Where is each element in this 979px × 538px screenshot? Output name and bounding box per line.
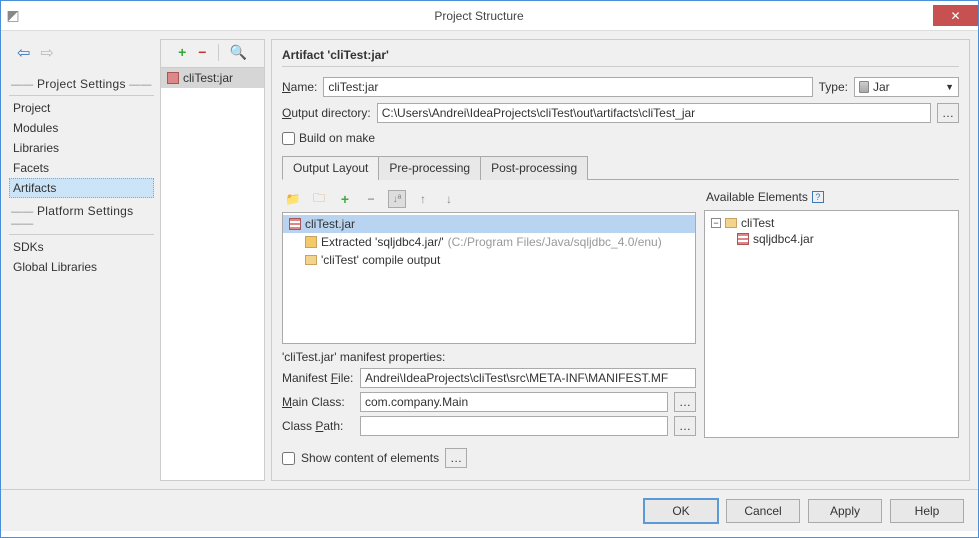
collapse-icon[interactable]: −: [711, 218, 721, 228]
manifest-file-input[interactable]: [360, 368, 696, 388]
name-input[interactable]: [323, 77, 812, 97]
module-folder-icon: [725, 218, 737, 228]
dialog-footer: OK Cancel Apply Help: [1, 489, 978, 531]
nav-facets[interactable]: Facets: [9, 158, 154, 178]
tree-extracted[interactable]: Extracted 'sqljdbc4.jar/' (C:/Program Fi…: [283, 233, 695, 251]
move-up-icon: ↑: [414, 190, 432, 208]
nav-sdks[interactable]: SDKs: [9, 237, 154, 257]
close-button[interactable]: ✕: [933, 5, 978, 26]
main-class-label: Main Class:: [282, 395, 354, 409]
jar-file-icon: [289, 218, 301, 230]
tab-pre-processing[interactable]: Pre-processing: [378, 156, 481, 180]
sort-icon[interactable]: ↓ª: [388, 190, 406, 208]
nav-libraries[interactable]: Libraries: [9, 138, 154, 158]
cancel-button[interactable]: Cancel: [726, 499, 800, 523]
avail-lib-label: sqljdbc4.jar: [753, 232, 814, 246]
build-on-make-label: Build on make: [299, 131, 375, 145]
available-elements-tree[interactable]: − cliTest sqljdbc4.jar: [704, 210, 959, 438]
type-label: Type:: [819, 80, 848, 94]
show-content-checkbox[interactable]: [282, 452, 295, 465]
remove-artifact-icon[interactable]: −: [198, 44, 206, 61]
nav-project[interactable]: Project: [9, 98, 154, 118]
avail-root[interactable]: − cliTest: [709, 215, 954, 231]
nav-artifacts[interactable]: Artifacts: [9, 178, 154, 198]
tree-root-label: cliTest.jar: [305, 217, 355, 231]
tabs: Output Layout Pre-processing Post-proces…: [282, 155, 959, 180]
left-sidebar: ⇦ ⇨ —— Project Settings —— Project Modul…: [9, 39, 154, 481]
tree-root[interactable]: cliTest.jar: [283, 215, 695, 233]
show-content-options-button[interactable]: …: [445, 448, 467, 468]
avail-lib[interactable]: sqljdbc4.jar: [709, 231, 954, 247]
lib-jar-icon: [737, 233, 749, 245]
main-class-input[interactable]: [360, 392, 668, 412]
browse-class-path-button[interactable]: …: [674, 416, 696, 436]
nav-modules[interactable]: Modules: [9, 118, 154, 138]
new-archive-icon[interactable]: 🗀: [310, 190, 328, 208]
project-settings-header: —— Project Settings ——: [9, 73, 154, 96]
manifest-header: 'cliTest.jar' manifest properties:: [282, 344, 696, 366]
show-content-label: Show content of elements: [301, 451, 439, 465]
tree-compile-label: 'cliTest' compile output: [321, 253, 440, 267]
tree-extracted-path: (C:/Program Files/Java/sqljdbc_4.0/enu): [448, 235, 662, 249]
forward-arrow-icon: ⇨: [40, 43, 53, 63]
help-icon[interactable]: ?: [812, 191, 824, 203]
manifest-file-label: Manifest File:: [282, 371, 354, 385]
available-elements-header: Available Elements: [706, 190, 808, 204]
help-button[interactable]: Help: [890, 499, 964, 523]
back-arrow-icon[interactable]: ⇦: [17, 43, 30, 63]
tree-compile-output[interactable]: 'cliTest' compile output: [283, 251, 695, 269]
app-icon: ◩: [1, 7, 25, 24]
apply-button[interactable]: Apply: [808, 499, 882, 523]
tab-post-processing[interactable]: Post-processing: [480, 156, 588, 180]
move-down-icon: ↓: [440, 190, 458, 208]
remove-item-icon[interactable]: −: [362, 190, 380, 208]
window-title: Project Structure: [25, 9, 933, 23]
name-label: Name:: [282, 80, 317, 94]
folder-icon: [305, 255, 317, 265]
new-folder-icon[interactable]: 📁: [284, 190, 302, 208]
artifact-header: Artifact 'cliTest:jar': [282, 48, 959, 67]
search-icon[interactable]: 🔍: [218, 44, 246, 61]
type-combo[interactable]: Jar ▼: [854, 77, 959, 97]
browse-main-class-button[interactable]: …: [674, 392, 696, 412]
tree-extracted-label: Extracted 'sqljdbc4.jar/': [321, 235, 444, 249]
jar-icon: [167, 72, 179, 84]
titlebar: ◩ Project Structure ✕: [1, 1, 978, 31]
add-artifact-icon[interactable]: +: [178, 44, 186, 61]
build-on-make-checkbox[interactable]: [282, 132, 295, 145]
chevron-down-icon: ▼: [945, 82, 954, 92]
ok-button[interactable]: OK: [644, 499, 718, 523]
platform-settings-header: —— Platform Settings ——: [9, 200, 154, 235]
browse-output-button[interactable]: …: [937, 103, 959, 123]
output-dir-label: Output directory:: [282, 106, 371, 120]
artifact-detail-panel: Artifact 'cliTest:jar' Name: Type: Jar ▼…: [271, 39, 970, 481]
artifact-list-panel: + − 🔍 cliTest:jar: [160, 39, 265, 481]
output-tree[interactable]: cliTest.jar Extracted 'sqljdbc4.jar/' (C…: [282, 212, 696, 344]
class-path-label: Class Path:: [282, 419, 354, 433]
tab-output-layout[interactable]: Output Layout: [282, 156, 379, 180]
nav-global-libraries[interactable]: Global Libraries: [9, 257, 154, 277]
extracted-icon: [305, 236, 317, 248]
add-copy-icon[interactable]: +: [336, 190, 354, 208]
class-path-input[interactable]: [360, 416, 668, 436]
avail-root-label: cliTest: [741, 216, 774, 230]
jar-type-icon: [859, 81, 869, 93]
type-value: Jar: [873, 80, 890, 94]
artifact-item-label: cliTest:jar: [183, 71, 233, 85]
artifact-list-item[interactable]: cliTest:jar: [161, 68, 264, 88]
output-dir-input[interactable]: [377, 103, 931, 123]
